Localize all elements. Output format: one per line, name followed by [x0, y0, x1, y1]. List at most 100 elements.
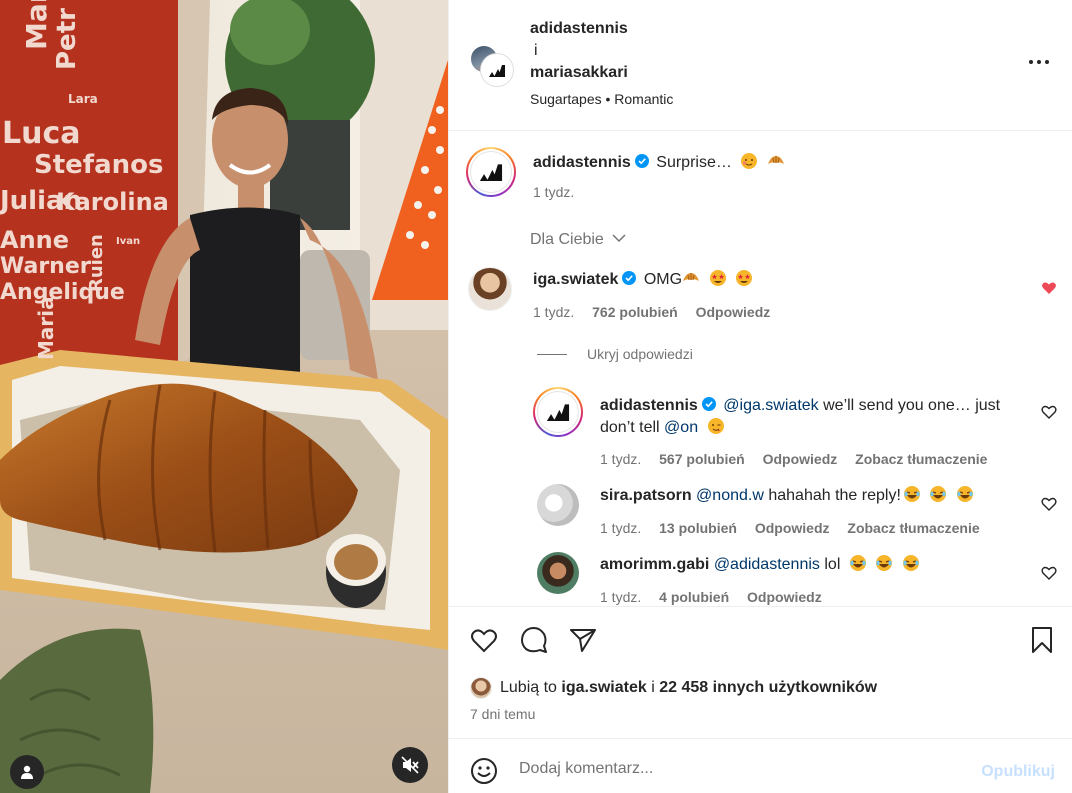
- reply-text: don’t tell: [600, 419, 660, 436]
- wall-name: Lara: [68, 92, 98, 106]
- post-header: adidastennis i mariasakkari Sugartapes •…: [449, 0, 1072, 131]
- reply-text: lol: [824, 556, 841, 573]
- reply-button[interactable]: Odpowiedz: [747, 589, 822, 605]
- author-avatar[interactable]: [481, 54, 513, 86]
- reply-meta: 1 tydz. 4 polubień Odpowiedz: [600, 589, 836, 605]
- tagged-users-button[interactable]: [10, 755, 44, 789]
- reply-likes-link[interactable]: 567 polubień: [659, 451, 745, 467]
- reply-meta: 1 tydz. 567 polubień Odpowiedz Zobacz tł…: [600, 451, 1001, 467]
- wall-name: Warner: [0, 254, 91, 279]
- emoji-star-struck-icon: [735, 270, 752, 286]
- share-button[interactable]: [568, 625, 598, 655]
- reply-text: hahahah the reply!: [768, 487, 901, 504]
- comment-likes-link[interactable]: 762 polubień: [592, 304, 678, 320]
- translate-button[interactable]: Zobacz tłumaczenie: [855, 451, 987, 467]
- liker-avatar: [470, 677, 492, 699]
- reply-avatar[interactable]: [537, 552, 579, 594]
- comment-avatar[interactable]: [468, 267, 512, 311]
- reply-time: 1 tydz.: [600, 520, 642, 536]
- reply-avatar[interactable]: [537, 484, 579, 526]
- coauthor-username[interactable]: mariasakkari: [530, 62, 673, 84]
- wall-name: Luca: [2, 116, 81, 151]
- caption-author-avatar[interactable]: [466, 147, 516, 197]
- dot-icon: [1045, 60, 1049, 64]
- caption-username[interactable]: adidastennis: [533, 154, 631, 171]
- reply: amorimm.gabi @adidastennis lol: [600, 554, 920, 576]
- hide-replies-button[interactable]: Ukryj odpowiedzi: [537, 346, 693, 362]
- reply-button[interactable]: Odpowiedz: [755, 520, 830, 536]
- hide-replies-label: Ukryj odpowiedzi: [587, 346, 693, 362]
- reply-like-button[interactable]: [1041, 496, 1057, 512]
- translate-button[interactable]: Zobacz tłumaczenie: [847, 520, 979, 536]
- caption: adidastennis Surprise…: [533, 152, 785, 174]
- comment-sort-label: Dla Ciebie: [530, 231, 604, 248]
- comment: iga.swiatek OMG: [533, 269, 753, 291]
- emoji-blush-icon: [741, 153, 758, 169]
- likes-middle: i: [651, 679, 655, 696]
- heart-icon: [471, 629, 497, 653]
- caption-text: Surprise…: [656, 154, 732, 171]
- mention-link[interactable]: @adidastennis: [714, 556, 820, 573]
- reply-likes-link[interactable]: 4 polubień: [659, 589, 729, 605]
- emoji-picker-icon[interactable]: [470, 757, 498, 785]
- reply: adidastennis @iga.swiatek we’ll send you…: [600, 395, 1040, 439]
- comment-icon: [521, 627, 547, 653]
- audio-track-link[interactable]: Sugartapes • Romantic: [530, 88, 673, 110]
- reply-avatar[interactable]: [533, 387, 583, 437]
- wall-name: Anne: [0, 226, 70, 254]
- post-media[interactable]: Martin Petr Lara Luca Stefanos Julian Ka…: [0, 0, 448, 793]
- emoji-laughing-icon: [902, 555, 919, 571]
- likes-prefix: Lubią to: [500, 679, 557, 696]
- reply-button[interactable]: Odpowiedz: [696, 304, 771, 320]
- comments-list[interactable]: adidastennis Surprise… 1 tydz. Dla Ciebi…: [449, 132, 1072, 606]
- post-timestamp[interactable]: 7 dni temu: [470, 706, 535, 722]
- chevron-down-icon: [612, 234, 626, 243]
- wall-name: Martin: [20, 0, 53, 50]
- speaker-muted-icon: [401, 756, 419, 774]
- verified-badge-icon: [622, 271, 637, 285]
- mention-link[interactable]: @nond.w: [696, 487, 764, 504]
- wall-name: Stefanos: [34, 150, 164, 180]
- mention-link[interactable]: @on: [664, 419, 698, 436]
- publish-button[interactable]: Opublikuj: [981, 763, 1055, 781]
- reply-username[interactable]: adidastennis: [600, 397, 698, 414]
- comment-text: OMG: [643, 271, 683, 288]
- reply-username[interactable]: amorimm.gabi: [600, 556, 709, 573]
- save-button[interactable]: [1027, 625, 1057, 655]
- emoji-laughing-icon: [876, 555, 893, 571]
- comment-time: 1 tydz.: [533, 304, 575, 320]
- adidas-logo-icon: [489, 64, 505, 77]
- reply-likes-link[interactable]: 13 polubień: [659, 520, 737, 536]
- comment-sort-dropdown[interactable]: Dla Ciebie: [530, 231, 626, 249]
- post-actions: Lubią to iga.swiatek i 22 458 innych uży…: [449, 606, 1072, 738]
- verified-badge-icon: [634, 154, 649, 168]
- likes-summary[interactable]: Lubią to iga.swiatek i 22 458 innych uży…: [470, 677, 877, 699]
- like-button[interactable]: [469, 625, 499, 655]
- verified-badge-icon: [701, 397, 716, 411]
- post-side-panel: adidastennis i mariasakkari Sugartapes •…: [448, 0, 1072, 793]
- dot-icon: [1029, 60, 1033, 64]
- divider: [537, 353, 567, 355]
- wall-name: Angelique: [0, 280, 125, 305]
- likes-count-link[interactable]: 22 458 innych użytkowników: [659, 679, 877, 697]
- comment-username[interactable]: iga.swiatek: [533, 271, 618, 288]
- author-username[interactable]: adidastennis: [530, 18, 673, 40]
- reply-button[interactable]: Odpowiedz: [763, 451, 838, 467]
- reply: sira.patsorn @nond.w hahahah the reply!: [600, 485, 974, 507]
- comment-input[interactable]: [519, 755, 959, 783]
- wall-name: Petr: [52, 8, 82, 70]
- caption-time: 1 tydz.: [533, 184, 575, 200]
- comment-button[interactable]: [519, 625, 549, 655]
- emoji-laughing-icon: [849, 555, 866, 571]
- adidas-logo-icon: [546, 404, 570, 421]
- liker-username[interactable]: iga.swiatek: [561, 679, 646, 697]
- coauthor-avatars[interactable]: [469, 44, 513, 86]
- reply-like-button[interactable]: [1041, 404, 1057, 420]
- emoji-star-struck-icon: [709, 270, 726, 286]
- reply-username[interactable]: sira.patsorn: [600, 487, 692, 504]
- more-options-button[interactable]: [1027, 52, 1051, 72]
- comment-like-button[interactable]: [1041, 280, 1057, 296]
- reply-like-button[interactable]: [1041, 565, 1057, 581]
- mention-link[interactable]: @iga.swiatek: [723, 397, 818, 414]
- mute-button[interactable]: [392, 747, 428, 783]
